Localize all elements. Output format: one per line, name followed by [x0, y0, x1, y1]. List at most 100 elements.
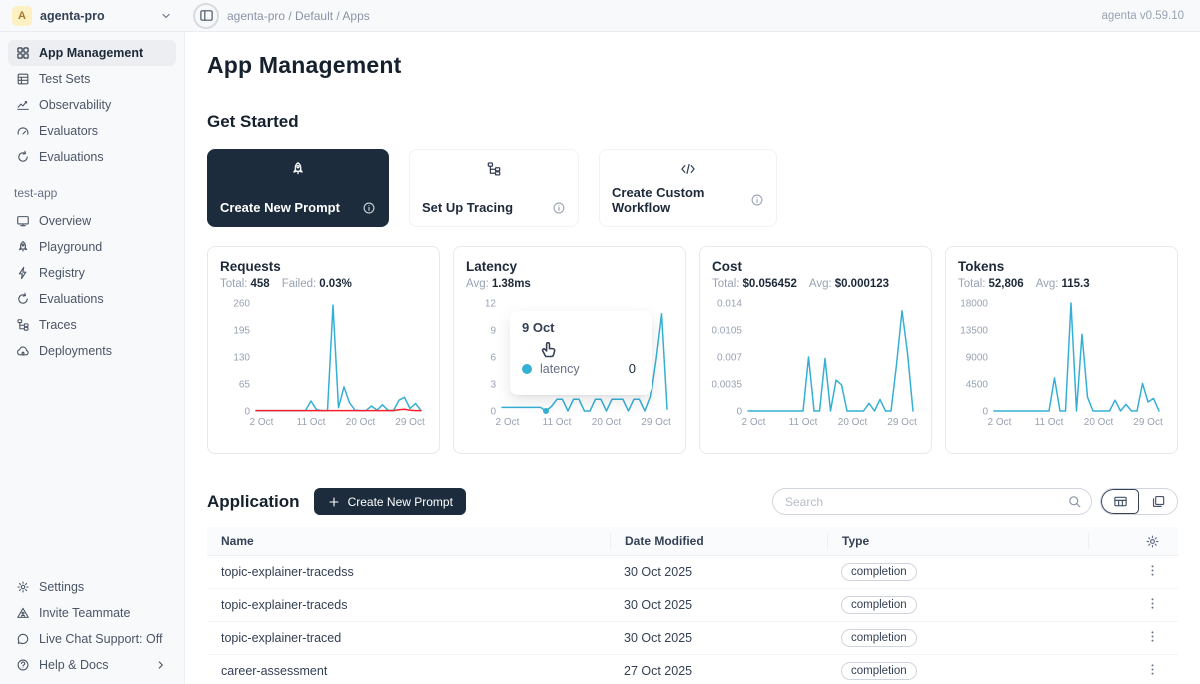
chart-title: Requests [220, 259, 427, 274]
table-row[interactable]: topic-explainer-traced30 Oct 2025complet… [207, 622, 1178, 655]
help-icon [16, 658, 30, 672]
app-name-cell: topic-explainer-traced [207, 631, 610, 645]
search-icon[interactable] [1067, 494, 1082, 509]
row-menu-button[interactable] [1143, 660, 1162, 682]
chart-tooltip: 9 Octlatency0 [510, 311, 652, 395]
tree-icon [16, 318, 30, 332]
sidebar-footer-item-invite-teammate[interactable]: Invite Teammate [8, 600, 176, 626]
set-up-tracing-card[interactable]: Set Up Tracing [409, 149, 579, 227]
card-label: Create New Prompt [220, 200, 340, 215]
metric-card-cost: CostTotal:$0.056452Avg:$0.00012300.00350… [699, 246, 932, 454]
create-new-prompt-button[interactable]: Create New Prompt [314, 488, 466, 515]
sidebar-app-item-overview[interactable]: Overview [8, 208, 176, 234]
series-dot [522, 364, 532, 374]
tracing-tree-icon [422, 161, 566, 177]
column-header-type[interactable]: Type [827, 533, 1088, 550]
row-actions [1088, 594, 1178, 616]
chart-stat: Avg:115.3 [1036, 278, 1090, 290]
workspace-name: agenta-pro [40, 9, 151, 23]
row-menu-button[interactable] [1143, 627, 1162, 649]
metric-card-latency: LatencyAvg:1.38ms0369122 Oct11 Oct20 Oct… [453, 246, 686, 454]
type-badge: completion [841, 596, 917, 614]
sidebar-app-item-registry[interactable]: Registry [8, 260, 176, 286]
sidebar-footer-item-live-chat-support-off[interactable]: Live Chat Support: Off [8, 626, 176, 652]
row-menu-button[interactable] [1143, 594, 1162, 616]
svg-text:2 Oct: 2 Oct [496, 417, 520, 428]
sidebar-item-label: Evaluators [39, 124, 98, 138]
row-menu-button[interactable] [1143, 561, 1162, 583]
sidebar-footer-item-help-docs[interactable]: Help & Docs [8, 652, 176, 678]
search-input[interactable] [772, 488, 1092, 515]
svg-text:29 Oct: 29 Oct [1133, 417, 1163, 428]
table-view-button[interactable] [1101, 489, 1139, 514]
gauge-icon [16, 124, 30, 138]
chart-stats: Total:52,806Avg:115.3 [958, 278, 1165, 290]
type-badge: completion [841, 629, 917, 647]
tooltip-value: 0 [629, 361, 640, 376]
app-name-cell: career-assessment [207, 664, 610, 678]
column-header-name[interactable]: Name [207, 533, 610, 550]
main-content: App Management Get Started Create New Pr… [185, 32, 1200, 684]
svg-text:2 Oct: 2 Oct [250, 417, 274, 428]
sidebar-item-label: Live Chat Support: Off [39, 632, 162, 646]
cloud-icon [16, 344, 30, 358]
chart-plot: 0651301952602 Oct11 Oct20 Oct29 Oct [220, 296, 427, 437]
sidebar-item-label: Playground [39, 240, 102, 254]
card-label: Set Up Tracing [422, 200, 513, 215]
svg-text:13500: 13500 [960, 326, 988, 337]
sidebar-footer-item-settings[interactable]: Settings [8, 574, 176, 600]
create-new-prompt-card[interactable]: Create New Prompt [207, 149, 389, 227]
sidebar-item-label: Evaluations [39, 292, 104, 306]
page-title: App Management [207, 52, 1178, 79]
svg-text:0: 0 [490, 407, 496, 418]
info-icon[interactable] [750, 193, 764, 207]
chart-title: Cost [712, 259, 919, 274]
sidebar-app-item-evaluations[interactable]: Evaluations [8, 286, 176, 312]
table-row[interactable]: topic-explainer-tracedss30 Oct 2025compl… [207, 556, 1178, 589]
dots-vertical-icon [1145, 662, 1160, 677]
create-custom-workflow-card[interactable]: Create Custom Workflow [599, 149, 777, 227]
sidebar-collapse-button[interactable] [193, 3, 219, 29]
sidebar-app-item-traces[interactable]: Traces [8, 312, 176, 338]
chat-icon [16, 632, 30, 646]
sidebar-group-label: test-app [14, 186, 176, 200]
sidebar-item-evaluators[interactable]: Evaluators [8, 118, 176, 144]
type-cell: completion [827, 629, 1088, 647]
gear-icon[interactable] [1145, 534, 1160, 549]
info-icon[interactable] [362, 201, 376, 215]
date-modified-cell: 30 Oct 2025 [610, 598, 827, 612]
svg-text:130: 130 [233, 353, 250, 364]
svg-text:4500: 4500 [966, 380, 989, 391]
stat-value: 115.3 [1062, 278, 1090, 290]
sidebar-app-item-playground[interactable]: Playground [8, 234, 176, 260]
stat-value: $0.056452 [743, 278, 797, 290]
sidebar-item-observability[interactable]: Observability [8, 92, 176, 118]
sidebar-item-test-sets[interactable]: Test Sets [8, 66, 176, 92]
info-icon[interactable] [552, 201, 566, 215]
breadcrumb[interactable]: agenta-pro / Default / Apps [227, 9, 370, 23]
workspace-switcher[interactable]: A agenta-pro [0, 6, 185, 26]
card-view-button[interactable] [1139, 489, 1177, 514]
sidebar: App ManagementTest Sets Observability Eval… [0, 32, 185, 684]
dots-vertical-icon [1145, 629, 1160, 644]
column-header-date-modified[interactable]: Date Modified [610, 533, 827, 550]
table-row[interactable]: career-assessment27 Oct 2025completion [207, 655, 1178, 684]
search-box [772, 488, 1092, 515]
svg-text:11 Oct: 11 Oct [1035, 417, 1064, 428]
svg-text:0: 0 [736, 407, 742, 418]
sidebar-app-nav: Overview Playground Registry Evaluations Tra… [8, 208, 176, 364]
sidebar-app-item-deployments[interactable]: Deployments [8, 338, 176, 364]
rocket-icon [220, 161, 376, 177]
card-view-icon [1151, 494, 1166, 509]
svg-text:0.007: 0.007 [717, 353, 742, 364]
application-title: Application [207, 492, 300, 512]
sidebar-item-app-management[interactable]: App Management [8, 40, 176, 66]
svg-text:11 Oct: 11 Oct [789, 417, 818, 428]
sidebar-item-evaluations[interactable]: Evaluations [8, 144, 176, 170]
table-row[interactable]: topic-explainer-traceds30 Oct 2025comple… [207, 589, 1178, 622]
stat-value: 458 [251, 278, 270, 290]
monitor-icon [16, 214, 30, 228]
type-cell: completion [827, 662, 1088, 680]
sidebar-item-label: Help & Docs [39, 658, 108, 672]
sidebar-item-label: Observability [39, 98, 111, 112]
